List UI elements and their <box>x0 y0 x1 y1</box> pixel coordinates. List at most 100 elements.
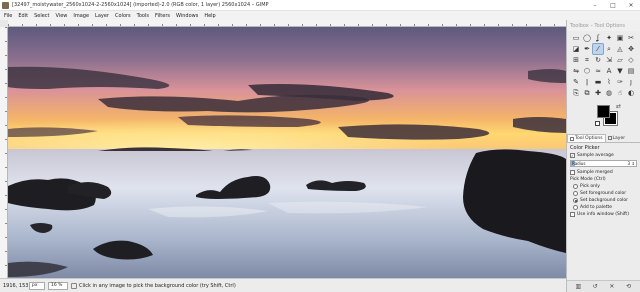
sample-average-checkbox[interactable]: ✓ <box>570 153 575 158</box>
pencil-icon[interactable]: ✎ <box>571 77 581 87</box>
vertical-ruler[interactable] <box>0 27 8 278</box>
set-background-label: Set background color <box>580 198 628 203</box>
zoom-select[interactable]: 16 % <box>48 281 68 290</box>
rect-select-icon[interactable]: ▭ <box>571 33 581 43</box>
sample-merged-checkbox[interactable] <box>570 170 575 175</box>
airbrush-icon[interactable]: ⌇ <box>604 77 614 87</box>
radius-value: 3 <box>627 161 630 166</box>
scissors-icon[interactable]: ✂ <box>626 33 636 43</box>
menu-layer[interactable]: Layer <box>95 13 109 19</box>
paths-icon[interactable]: ✒ <box>582 44 592 54</box>
use-info-window-label: Use info window (Shift) <box>577 212 629 217</box>
save-options-icon[interactable]: ▥ <box>575 283 582 290</box>
crop-icon[interactable]: ⌗ <box>582 55 592 65</box>
rotate-icon[interactable]: ↻ <box>593 55 603 65</box>
window-title: [32497_moistywater_2560x1024-2-2560x1024… <box>12 2 269 8</box>
eraser-icon[interactable]: ▬ <box>593 77 603 87</box>
radius-label: Radius <box>572 161 586 166</box>
scale-icon[interactable]: ⇲ <box>604 55 614 65</box>
set-foreground-row[interactable]: Set foreground color <box>570 191 637 196</box>
tab-label: Tool Options <box>575 136 603 141</box>
menu-edit[interactable]: Edit <box>18 13 28 19</box>
color-picker-icon[interactable]: ⁄ <box>592 43 604 55</box>
foreground-select-icon[interactable]: ◪ <box>571 44 581 54</box>
radius-slider[interactable]: Radius 3 ⇕ <box>570 160 637 167</box>
menu-view[interactable]: View <box>56 13 68 19</box>
dock-tabs: Tool Options Layer <box>567 134 640 143</box>
ellipse-select-icon[interactable]: ◯ <box>582 33 592 43</box>
free-select-icon[interactable]: ʆ <box>593 33 603 43</box>
color-select-icon[interactable]: ▣ <box>615 33 625 43</box>
paintbrush-icon[interactable]: ǀ <box>582 77 592 87</box>
foreground-color-swatch[interactable] <box>597 105 610 118</box>
set-background-row[interactable]: Set background color <box>570 198 637 203</box>
pick-only-row[interactable]: Pick only <box>570 184 637 189</box>
ink-icon[interactable]: ✑ <box>615 77 625 87</box>
maximize-button[interactable]: □ <box>604 0 622 11</box>
tab-label: Layer <box>612 135 626 141</box>
minimize-button[interactable]: – <box>586 0 604 11</box>
unit-select[interactable]: px <box>29 281 45 290</box>
zoom-icon[interactable]: ⌕ <box>604 44 614 54</box>
smudge-icon[interactable]: ☝ <box>615 88 625 98</box>
flip-icon[interactable]: ⇋ <box>571 66 581 76</box>
bucket-fill-icon[interactable]: ▼ <box>615 66 625 76</box>
tab-layers[interactable]: Layer <box>606 134 628 142</box>
image-canvas[interactable] <box>8 27 566 278</box>
menu-select[interactable]: Select <box>34 13 49 19</box>
restore-options-icon[interactable]: ↺ <box>592 283 599 290</box>
blur-icon[interactable]: ◍ <box>604 88 614 98</box>
fuzzy-select-icon[interactable]: ✦ <box>604 33 614 43</box>
dodge-burn-icon[interactable]: ◐ <box>626 88 636 98</box>
gimp-app-icon <box>2 1 9 9</box>
tool-options-title: Color Picker <box>570 145 600 151</box>
perspective-clone-icon[interactable]: ⧉ <box>582 88 592 98</box>
measure-icon[interactable]: ◬ <box>615 44 625 54</box>
menu-windows[interactable]: Windows <box>176 13 198 19</box>
add-to-palette-label: Add to palette <box>580 205 613 210</box>
cage-icon[interactable]: ⬡ <box>582 66 592 76</box>
reset-options-icon[interactable]: ⟲ <box>625 283 632 290</box>
pick-mode-text: Pick Mode (Ctrl) <box>570 177 606 182</box>
set-background-radio[interactable] <box>573 198 578 203</box>
close-button[interactable]: ✕ <box>622 0 640 11</box>
move-icon[interactable]: ✥ <box>626 44 636 54</box>
sample-average-row[interactable]: ✓ Sample average <box>570 153 637 158</box>
text-icon[interactable]: A <box>604 66 614 76</box>
add-to-palette-radio[interactable] <box>573 205 578 210</box>
sample-merged-label: Sample merged <box>577 170 613 175</box>
warp-icon[interactable]: ≈ <box>593 66 603 76</box>
tab-tool-options[interactable]: Tool Options <box>567 134 606 142</box>
dock-header: Toolbox – Tool Options <box>567 20 640 31</box>
align-icon[interactable]: ⊞ <box>571 55 581 65</box>
menu-colors[interactable]: Colors <box>115 13 131 19</box>
use-info-window-row[interactable]: Use info window (Shift) <box>570 212 637 217</box>
delete-options-icon[interactable]: ✕ <box>608 283 615 290</box>
mypaint-brush-icon[interactable]: ȷ <box>626 77 636 87</box>
menu-tools[interactable]: Tools <box>137 13 149 19</box>
pick-only-radio[interactable] <box>573 184 578 189</box>
menu-bar: File Edit Select View Image Layer Colors… <box>0 11 640 20</box>
menu-image[interactable]: Image <box>73 13 89 19</box>
ruler-corner[interactable] <box>0 20 8 27</box>
pick-mode-label: Pick Mode (Ctrl) <box>570 177 637 182</box>
swap-colors-icon[interactable]: ⇄ <box>616 103 621 110</box>
menu-filters[interactable]: Filters <box>155 13 170 19</box>
perspective-icon[interactable]: ◇ <box>626 55 636 65</box>
toolbox-dock: Toolbox – Tool Options ▭ ◯ ʆ ✦ ▣ ✂ ◪ ✒ ⁄ ⌕ ◬ ✥ ⊞ ⌗ ↻ ⇲ ▱… <box>566 20 640 292</box>
use-info-window-checkbox[interactable] <box>570 212 575 217</box>
set-foreground-radio[interactable] <box>573 191 578 196</box>
radius-spin-icon[interactable]: ⇕ <box>632 161 635 166</box>
add-to-palette-row[interactable]: Add to palette <box>570 205 637 210</box>
gradient-icon[interactable]: ▤ <box>626 66 636 76</box>
clone-icon[interactable]: ⎘ <box>571 88 581 98</box>
reset-colors-icon[interactable] <box>595 121 600 126</box>
horizontal-ruler[interactable] <box>8 20 566 27</box>
menu-file[interactable]: File <box>4 13 12 19</box>
sample-merged-row[interactable]: Sample merged <box>570 170 637 175</box>
window-controls: – □ ✕ <box>586 0 640 11</box>
heal-icon[interactable]: ✚ <box>593 88 603 98</box>
menu-help[interactable]: Help <box>204 13 215 19</box>
set-foreground-label: Set foreground color <box>580 191 627 196</box>
shear-icon[interactable]: ▱ <box>615 55 625 65</box>
